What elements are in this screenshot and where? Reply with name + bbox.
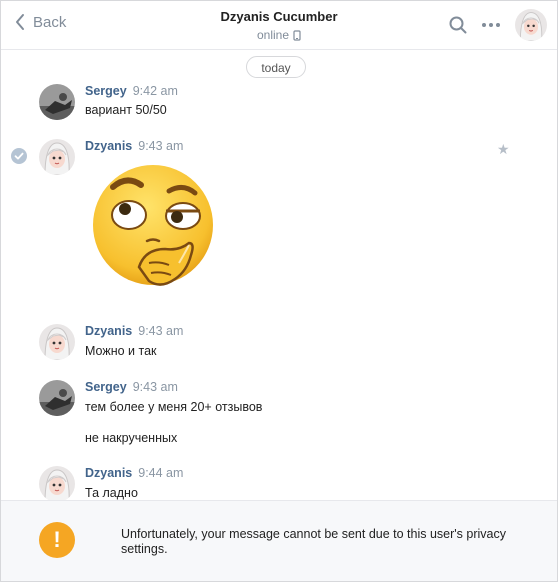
message-time: 9:44 am [138,466,184,480]
avatar-illustration [515,9,547,41]
message-text: вариант 50/50 [85,103,167,117]
sender-name-text: Dzyanis [85,139,133,153]
sender-name-text: Dzyanis [85,466,133,480]
message-time: 9:43 am [138,139,184,153]
sender-name-text: Dzyanis [85,324,133,338]
sender-name-text: Sergey [85,380,127,394]
message-time: 9:43 am [138,324,184,338]
message-text: Та ладно [85,486,138,500]
sender-avatar[interactable] [39,466,75,502]
sender-avatar[interactable] [39,380,75,416]
message-time: 9:42 am [132,84,178,98]
sender-avatar[interactable] [39,324,75,360]
message-text: не накрученных [85,431,178,445]
sender-name[interactable]: Dzyanis 9:43 am [85,139,183,153]
chat-window: Back Dzyanis Cucumber online today Serge… [0,0,558,582]
selected-check-icon[interactable] [11,148,27,164]
notice-text: Unfortunately, your message cannot be se… [121,527,506,556]
more-options-icon[interactable] [481,22,501,28]
chat-header: Back Dzyanis Cucumber online [1,1,557,50]
avatar-photo [39,84,75,120]
mobile-phone-icon [293,29,301,41]
sender-name[interactable]: Sergey 9:43 am [85,380,178,394]
avatar-illustration [39,139,75,175]
sender-name-text: Sergey [85,84,127,98]
date-divider: today [246,56,306,78]
message-time: 9:43 am [132,380,178,394]
contact-avatar[interactable] [515,9,547,41]
sender-name[interactable]: Dzyanis 9:44 am [85,466,183,480]
privacy-notice: ! Unfortunately, your message cannot be … [1,500,557,581]
sender-name[interactable]: Sergey 9:42 am [85,84,178,98]
message-text: Можно и так [85,344,157,358]
search-icon[interactable] [449,16,467,34]
avatar-illustration [39,324,75,360]
avatar-illustration [39,466,75,502]
warning-icon: ! [39,522,75,558]
sender-name[interactable]: Dzyanis 9:43 am [85,324,183,338]
thinking-face-sticker[interactable] [91,163,217,291]
sender-avatar[interactable] [39,139,75,175]
message-text: тем более у меня 20+ отзывов [85,400,263,414]
header-actions [449,9,547,41]
sender-avatar[interactable] [39,84,75,120]
status-text: online [256,28,290,42]
star-icon[interactable]: ★ [497,141,510,158]
avatar-photo [39,380,75,416]
